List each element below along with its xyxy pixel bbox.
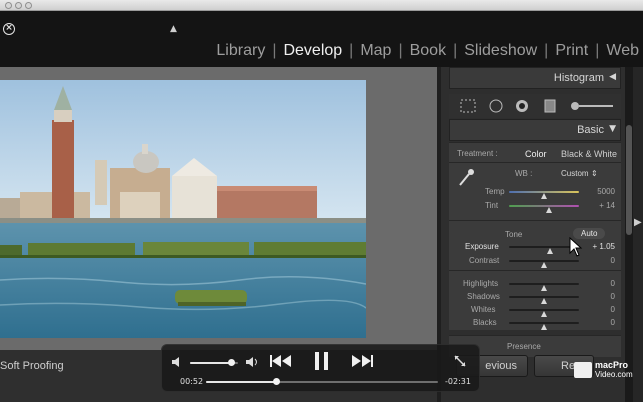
soft-proofing-label[interactable]: Soft Proofing	[0, 360, 64, 372]
panel-scroll-thumb[interactable]	[626, 125, 632, 235]
module-separator: |	[595, 42, 600, 59]
expand-right-icon[interactable]: ▶	[634, 217, 642, 228]
highlights-slider-knob[interactable]	[541, 285, 547, 291]
video-player-controls: 00:52 -02:31	[161, 344, 480, 392]
app-window: × ▲ Library | Develop | Map | Book | Sli…	[0, 0, 643, 402]
contrast-slider-knob[interactable]	[541, 262, 547, 268]
eyedropper-icon[interactable]	[457, 167, 475, 187]
collapse-left-icon: ◀	[609, 72, 616, 82]
close-icon[interactable]: ×	[3, 23, 15, 35]
volume-low-icon[interactable]	[172, 357, 182, 367]
blacks-slider-knob[interactable]	[541, 324, 547, 330]
elapsed-time: 00:52	[180, 377, 204, 386]
remaining-time: -02:31	[445, 377, 471, 386]
volume-fill	[190, 362, 231, 364]
crop-icon[interactable]	[459, 98, 477, 114]
red-eye-icon[interactable]	[513, 98, 531, 114]
module-develop[interactable]: Develop	[283, 42, 342, 60]
minimize-window-button[interactable]	[15, 2, 22, 9]
graduated-filter-icon[interactable]	[541, 98, 559, 114]
photo-preview	[0, 80, 366, 338]
module-separator: |	[349, 42, 354, 59]
module-separator: |	[272, 42, 277, 59]
fast-forward-icon[interactable]	[352, 353, 374, 369]
module-separator: |	[544, 42, 549, 59]
module-nav: Library | Develop | Map | Book | Slidesh…	[216, 41, 639, 61]
tone-section: Tone Auto Exposure + 1.05 Contrast 0	[449, 220, 621, 270]
pause-icon[interactable]	[314, 351, 330, 371]
module-separator: |	[453, 42, 458, 59]
fullscreen-icon[interactable]	[454, 355, 466, 367]
tint-slider-knob[interactable]	[545, 207, 552, 213]
spot-removal-icon[interactable]	[487, 98, 505, 114]
select-arrows-icon[interactable]: ⇕	[591, 169, 598, 178]
mouse-cursor-icon	[569, 237, 583, 257]
panel-scrollbar[interactable]	[625, 67, 633, 402]
module-picker-bar: × ▲ Library | Develop | Map | Book | Sli…	[0, 11, 643, 67]
adjustment-brush-icon[interactable]	[567, 98, 617, 114]
module-web[interactable]: Web	[606, 42, 639, 60]
module-map[interactable]: Map	[360, 42, 391, 60]
image-viewer[interactable]	[0, 67, 437, 350]
treatment-bw-button[interactable]: Black & White	[561, 149, 617, 159]
collapse-up-icon[interactable]: ▲	[170, 24, 177, 34]
tool-strip	[449, 94, 621, 118]
whites-slider-knob[interactable]	[541, 311, 547, 317]
module-library[interactable]: Library	[216, 42, 265, 60]
histogram-header[interactable]: Histogram ◀	[449, 67, 621, 89]
temp-slider-knob[interactable]	[541, 193, 547, 199]
exposure-slider-knob[interactable]	[546, 248, 553, 254]
module-slideshow[interactable]: Slideshow	[464, 42, 537, 60]
window-title-bar	[0, 0, 643, 11]
rewind-icon[interactable]	[270, 353, 292, 369]
module-print[interactable]: Print	[555, 42, 588, 60]
shadows-slider-knob[interactable]	[541, 298, 547, 304]
wb-select[interactable]: Custom	[561, 169, 589, 178]
tint-slider-track[interactable]	[509, 205, 579, 207]
progress-fill	[206, 381, 276, 383]
collapse-down-icon: ▼	[609, 124, 616, 134]
basic-header[interactable]: Basic ▼	[449, 119, 621, 141]
macprovideo-logo: macPro Video.com	[574, 360, 634, 380]
close-window-button[interactable]	[5, 2, 12, 9]
volume-high-icon[interactable]	[246, 356, 260, 368]
treatment-color-button[interactable]: Color	[525, 149, 547, 159]
tone-detail-section: Highlights 0 Shadows 0 Whites 0 Blacks 0	[449, 270, 621, 330]
module-separator: |	[398, 42, 403, 59]
white-balance-section: WB : Custom ⇕ Temp 5000 Tint + 14	[449, 162, 621, 220]
treatment-row: Treatment : Color Black & White	[449, 142, 621, 162]
volume-knob[interactable]	[227, 359, 235, 366]
macprovideo-logo-icon	[574, 362, 592, 378]
progress-knob[interactable]	[272, 378, 280, 385]
module-book[interactable]: Book	[410, 42, 446, 60]
zoom-window-button[interactable]	[25, 2, 32, 9]
